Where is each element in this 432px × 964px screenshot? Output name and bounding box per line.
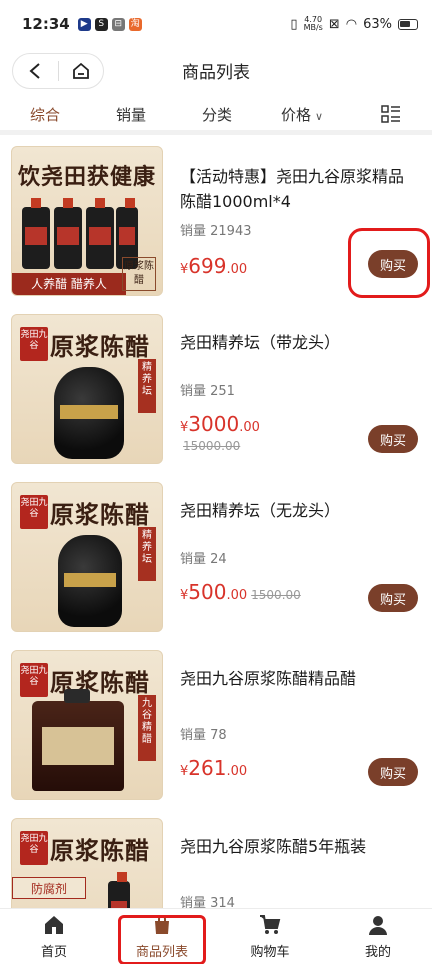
divider	[0, 130, 432, 135]
nav-mine[interactable]: 我的	[324, 909, 432, 964]
product-card[interactable]: 尧田九谷 原浆陈醋 九谷精醋 尧田九谷原浆陈醋精品醋 销量 78 ¥261.00…	[0, 640, 432, 808]
product-price: ¥500.00 1500.00	[180, 580, 301, 604]
product-image[interactable]: 尧田九谷 原浆陈醋 精养坛	[11, 314, 163, 464]
product-card[interactable]: 尧田九谷 原浆陈醋 精养坛 尧田精养坛（带龙头） 销量 251 ¥3000.00…	[0, 304, 432, 472]
product-image-headline: 原浆陈醋	[50, 836, 150, 865]
product-card[interactable]: 尧田九谷 原浆陈醋 防腐剂 尧田九谷原浆陈醋5年瓶装 销量 314	[0, 808, 432, 908]
buy-button[interactable]: 购买	[368, 425, 418, 453]
price-cents: .00	[226, 764, 248, 779]
product-sales: 销量 21943	[180, 224, 252, 239]
sort-tabs: 综合 销量 分类 价格 ∨	[0, 96, 432, 132]
product-list: 饮尧田获健康 人养醋 醋养人 原浆陈醋 【活动特惠】尧田九谷原浆精品陈醋1000…	[0, 136, 432, 908]
product-name[interactable]: 尧田精养坛（带龙头）	[180, 330, 418, 355]
tab-comprehensive[interactable]: 综合	[30, 104, 60, 125]
price-main: 699	[188, 254, 227, 278]
product-price: ¥699.00	[180, 254, 247, 278]
tab-price[interactable]: 价格 ∨	[281, 104, 323, 125]
jar-image	[54, 367, 124, 459]
nav-mine-label: 我的	[364, 945, 391, 960]
app-notification-icon: 淘	[128, 17, 142, 31]
product-price: ¥3000.00	[180, 412, 260, 436]
tab-price-label: 价格	[281, 106, 312, 124]
battery-percent: 63%	[363, 16, 392, 32]
highlight-box	[348, 228, 430, 298]
product-name[interactable]: 尧田九谷原浆陈醋5年瓶装	[180, 834, 418, 859]
home-icon	[45, 916, 63, 934]
page-title: 商品列表	[182, 63, 250, 83]
product-name[interactable]: 【活动特惠】尧田九谷原浆精品陈醋1000ml*4	[180, 164, 418, 214]
product-image[interactable]: 尧田九谷 原浆陈醋 九谷精醋	[11, 650, 163, 800]
jar-image	[58, 535, 122, 627]
app-notification-icon: S	[94, 17, 108, 31]
product-image[interactable]: 饮尧田获健康 人养醋 醋养人 原浆陈醋	[11, 146, 163, 296]
wifi-icon: ◠	[345, 16, 358, 32]
original-price: 15000.00	[183, 439, 241, 453]
nav-cart-label: 购物车	[250, 945, 290, 960]
vibrate-icon: ▯	[290, 16, 298, 32]
price-main: 3000	[188, 412, 240, 436]
chevron-down-icon: ∨	[315, 110, 324, 123]
nav-product-list[interactable]: 商品列表	[108, 909, 216, 964]
canister-image	[32, 689, 124, 791]
product-sales: 销量 251	[180, 384, 235, 399]
title-bar: 商品列表	[0, 48, 432, 94]
app-notification-icon: ⊟	[111, 17, 125, 31]
price-main: 261	[188, 756, 227, 780]
product-image-banner: 人养醋 醋养人	[12, 273, 126, 295]
product-image-side-label: 九谷精醋	[138, 695, 156, 761]
cart-icon	[260, 915, 281, 934]
battery-icon	[398, 18, 418, 30]
price-cents: .00	[239, 420, 260, 435]
status-time: 12:34	[22, 15, 70, 33]
nav-cart[interactable]: 购物车	[216, 909, 324, 964]
user-icon	[369, 916, 387, 935]
bottom-nav: 首页 商品列表 购物车 我的	[0, 908, 432, 964]
product-name[interactable]: 尧田九谷原浆陈醋精品醋	[180, 666, 418, 691]
nav-home[interactable]: 首页	[0, 909, 108, 964]
tab-category[interactable]: 分类	[202, 104, 232, 125]
product-sales: 销量 78	[180, 728, 227, 743]
product-name[interactable]: 尧田精养坛（无龙头）	[180, 498, 418, 523]
buy-button[interactable]: 购买	[368, 584, 418, 612]
product-image-stamp: 原浆陈醋	[122, 257, 156, 291]
sim-off-icon: ⊠	[328, 16, 340, 32]
nav-home-label: 首页	[40, 945, 67, 960]
price-main: 500	[188, 580, 227, 604]
product-price: ¥261.00	[180, 756, 247, 780]
product-sales: 销量 314	[180, 896, 235, 908]
price-cents: .00	[226, 588, 248, 603]
product-image[interactable]: 尧田九谷 原浆陈醋 防腐剂	[11, 818, 163, 908]
net-speed: 4.70 MB/s	[304, 16, 323, 32]
buy-button[interactable]: 购买	[368, 758, 418, 786]
app-notification-icon: ▶	[77, 17, 91, 31]
product-image-side-label: 精养坛	[138, 359, 156, 413]
product-card[interactable]: 尧田九谷 原浆陈醋 精养坛 尧田精养坛（无龙头） 销量 24 ¥500.00 15…	[0, 472, 432, 640]
list-view-toggle-icon[interactable]	[381, 105, 401, 123]
product-image-side-label: 精养坛	[138, 527, 156, 581]
product-image-headline: 原浆陈醋	[50, 332, 150, 361]
original-price: 1500.00	[251, 588, 301, 602]
product-image-headline: 饮尧田获健康	[17, 164, 156, 190]
highlight-box	[118, 915, 206, 964]
tab-sales[interactable]: 销量	[116, 104, 146, 125]
product-sales: 销量 24	[180, 552, 227, 567]
product-image-headline: 原浆陈醋	[50, 500, 150, 529]
net-speed-unit: MB/s	[303, 23, 323, 32]
product-image[interactable]: 尧田九谷 原浆陈醋 精养坛	[11, 482, 163, 632]
status-bar: 12:34 ▶ S ⊟ 淘 ▯ 4.70 MB/s ⊠ ◠ 63%	[0, 0, 432, 48]
product-image-banner: 防腐剂	[12, 877, 86, 899]
product-card[interactable]: 饮尧田获健康 人养醋 醋养人 原浆陈醋 【活动特惠】尧田九谷原浆精品陈醋1000…	[0, 136, 432, 304]
price-cents: .00	[226, 262, 248, 277]
